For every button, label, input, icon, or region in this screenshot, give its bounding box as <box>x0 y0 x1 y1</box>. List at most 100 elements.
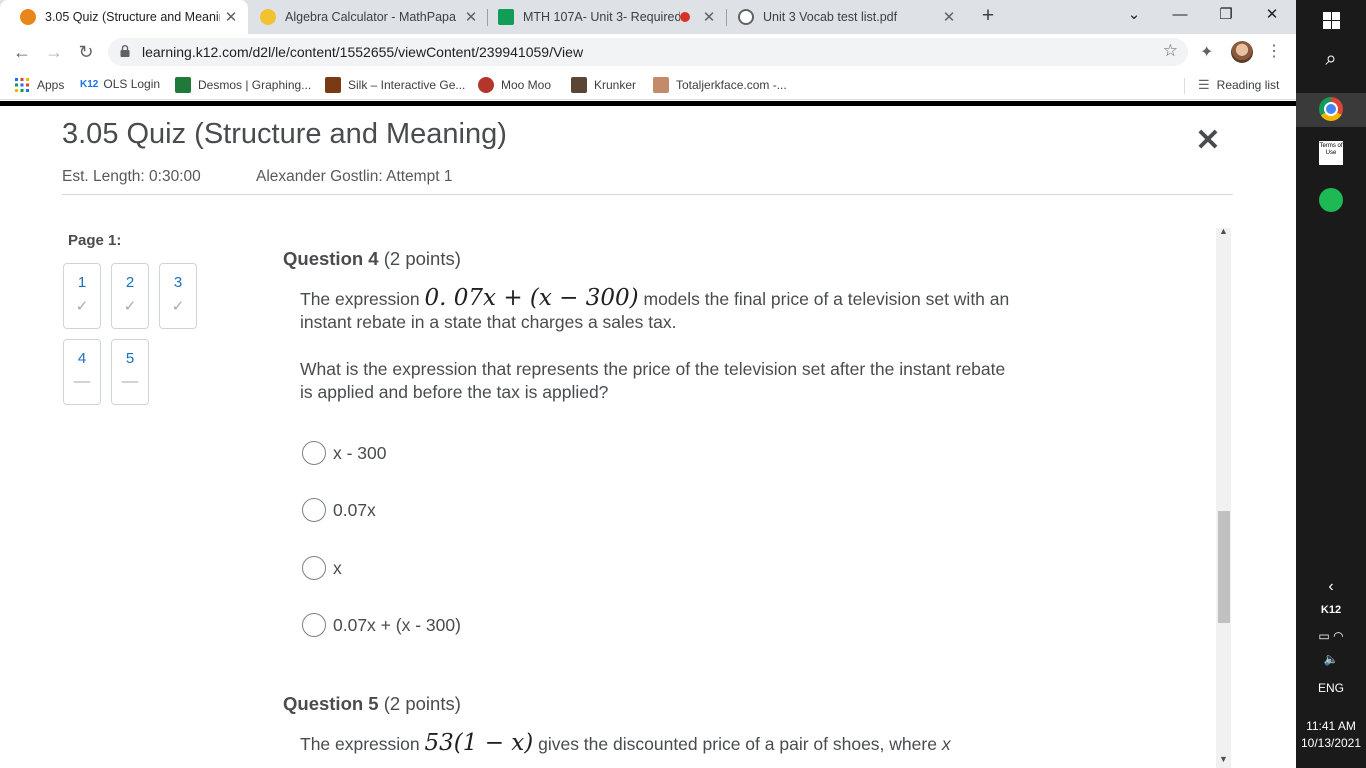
tab-mathpapa[interactable]: Algebra Calculator - MathPapa ✕ <box>240 0 488 34</box>
question-nav-number: 1 <box>77 274 87 291</box>
math-expression: 53(1 − x) <box>424 730 534 756</box>
bookmark-desmos[interactable]: Desmos | Graphing... <box>175 77 311 93</box>
reload-button[interactable]: ↻ <box>73 40 99 64</box>
stem-text: The expression <box>300 734 425 754</box>
lock-icon[interactable] <box>120 45 130 57</box>
close-quiz-button[interactable]: ✕ <box>1193 126 1223 156</box>
close-tab-icon[interactable]: ✕ <box>220 8 242 26</box>
question-nav-number: 4 <box>77 350 87 367</box>
answer-option-3[interactable]: x <box>302 556 342 580</box>
globe-icon <box>738 9 754 25</box>
recording-icon <box>680 12 690 22</box>
restore-button[interactable]: ❐ <box>1211 4 1241 26</box>
spotify-taskbar-button[interactable] <box>1296 188 1366 217</box>
apps-grid-icon <box>15 78 29 92</box>
question-points: (2 points) <box>383 693 461 714</box>
stem-text: gives the discounted price of a pair of … <box>533 734 942 754</box>
unanswered-dash-icon: –– <box>121 373 139 390</box>
question-nav-1[interactable]: 1 ✓ <box>63 263 101 329</box>
scrollbar-thumb[interactable] <box>1218 511 1230 623</box>
answer-option-1[interactable]: x - 300 <box>302 441 387 465</box>
close-tab-icon[interactable]: ✕ <box>938 8 960 26</box>
chrome-icon <box>1319 97 1343 121</box>
option-label: 0.07x <box>333 499 376 520</box>
forward-button[interactable]: → <box>41 40 67 64</box>
bookmark-ols-login[interactable]: K12 OLS Login <box>80 77 160 91</box>
url-text[interactable]: learning.k12.com/d2l/le/content/1552655/… <box>142 44 583 60</box>
scrollbar-track[interactable] <box>1216 228 1231 768</box>
spotify-icon <box>1319 188 1343 212</box>
chrome-taskbar-button[interactable] <box>1296 93 1366 127</box>
battery-wifi-icon[interactable]: ▭ ◠ <box>1296 629 1366 643</box>
extensions-icon[interactable]: ✦ <box>1200 42 1213 62</box>
profile-avatar[interactable] <box>1231 41 1253 63</box>
question-nav-2[interactable]: 2 ✓ <box>111 263 149 329</box>
desmos-icon <box>175 77 191 93</box>
radio-button[interactable] <box>302 613 326 637</box>
check-icon: ✓ <box>171 298 185 315</box>
bookmarks-bar: Apps K12 OLS Login Desmos | Graphing... … <box>0 70 1296 100</box>
k12-tray-icon[interactable]: K12 <box>1296 604 1366 616</box>
answer-option-2[interactable]: 0.07x <box>302 498 376 522</box>
radio-button[interactable] <box>302 556 326 580</box>
bookmark-label: Desmos | Graphing... <box>198 78 312 92</box>
tab-title: Algebra Calculator - MathPapa <box>285 10 456 24</box>
k12-icon: K12 <box>80 78 99 90</box>
question-nav-number: 5 <box>125 350 135 367</box>
close-window-button[interactable]: ✕ <box>1257 4 1287 26</box>
terms-of-use-taskbar-button[interactable]: Terms of Use <box>1296 141 1366 165</box>
close-tab-icon[interactable]: ✕ <box>698 8 720 26</box>
tab-vocab-pdf[interactable]: Unit 3 Vocab test list.pdf ✕ <box>718 0 966 34</box>
bookmark-star-icon[interactable]: ☆ <box>1163 41 1178 61</box>
question-nav-5[interactable]: 5 –– <box>111 339 149 405</box>
minimize-button[interactable]: — <box>1165 4 1195 26</box>
k12-favicon-icon <box>20 9 36 25</box>
tab-quiz[interactable]: 3.05 Quiz (Structure and Meaning ✕ <box>0 0 248 34</box>
volume-icon[interactable]: 🔈 <box>1296 652 1366 666</box>
tab-search-button[interactable]: ⌄ <box>1119 4 1149 26</box>
bookmark-silk[interactable]: Silk – Interactive Ge... <box>325 77 465 93</box>
scroll-up-arrow-icon[interactable]: ▲ <box>1216 226 1231 236</box>
bookmark-krunker[interactable]: Krunker <box>571 77 636 93</box>
bookmark-label: Apps <box>37 78 65 92</box>
bookmark-totaljerkface[interactable]: Totaljerkface.com -... <box>653 77 787 93</box>
question-nav-number: 3 <box>173 274 183 291</box>
question-5-heading: Question 5 (2 points) <box>283 693 461 715</box>
question-nav-3[interactable]: 3 ✓ <box>159 263 197 329</box>
silk-icon <box>325 77 341 93</box>
language-indicator[interactable]: ENG <box>1296 681 1366 695</box>
question-nav-4[interactable]: 4 –– <box>63 339 101 405</box>
windows-start-button[interactable] <box>1296 11 1366 29</box>
reading-list-label: Reading list <box>1216 78 1280 92</box>
back-button[interactable]: ← <box>9 40 35 64</box>
clock-time: 11:41 AM <box>1306 719 1356 733</box>
search-icon[interactable]: ⌕ <box>1296 48 1366 71</box>
classroom-favicon-icon <box>498 9 514 25</box>
question-4-prompt: What is the expression that represents t… <box>300 359 1006 402</box>
moo-moo-icon <box>478 77 494 93</box>
answer-option-4[interactable]: 0.07x + (x - 300) <box>302 613 461 637</box>
bookmark-apps[interactable]: Apps <box>14 77 64 93</box>
tab-title: MTH 107A- Unit 3- Required <box>523 10 680 24</box>
radio-button[interactable] <box>302 498 326 522</box>
menu-icon[interactable]: ⋮ <box>1266 41 1282 61</box>
variable-text: x <box>941 734 951 754</box>
bookmark-label: OLS Login <box>103 77 161 91</box>
krunker-icon <box>571 77 587 93</box>
system-clock[interactable]: 11:41 AM 10/13/2021 <box>1296 718 1366 752</box>
scroll-down-arrow-icon[interactable]: ▼ <box>1216 754 1231 764</box>
question-nav-number: 2 <box>125 274 135 291</box>
address-bar[interactable]: learning.k12.com/d2l/le/content/1552655/… <box>108 38 1188 66</box>
radio-button[interactable] <box>302 441 326 465</box>
reading-list-icon: ☰ <box>1198 77 1210 92</box>
browser-toolbar: ← → ↻ learning.k12.com/d2l/le/content/15… <box>0 34 1296 70</box>
tab-mth107a[interactable]: MTH 107A- Unit 3- Required ✕ <box>478 0 726 34</box>
question-5-stem: The expression 53(1 − x) gives the disco… <box>300 732 1060 756</box>
est-length: Est. Length: 0:30:00 <box>62 168 201 185</box>
show-hidden-icons-chevron-icon[interactable]: ‹ <box>1296 578 1366 596</box>
new-tab-button[interactable]: + <box>976 5 1000 29</box>
bookmark-label: Silk – Interactive Ge... <box>348 78 466 92</box>
mathpapa-favicon-icon <box>260 9 276 25</box>
reading-list-button[interactable]: ☰ Reading list <box>1198 77 1279 93</box>
bookmark-moo-moo[interactable]: Moo Moo <box>478 77 551 93</box>
